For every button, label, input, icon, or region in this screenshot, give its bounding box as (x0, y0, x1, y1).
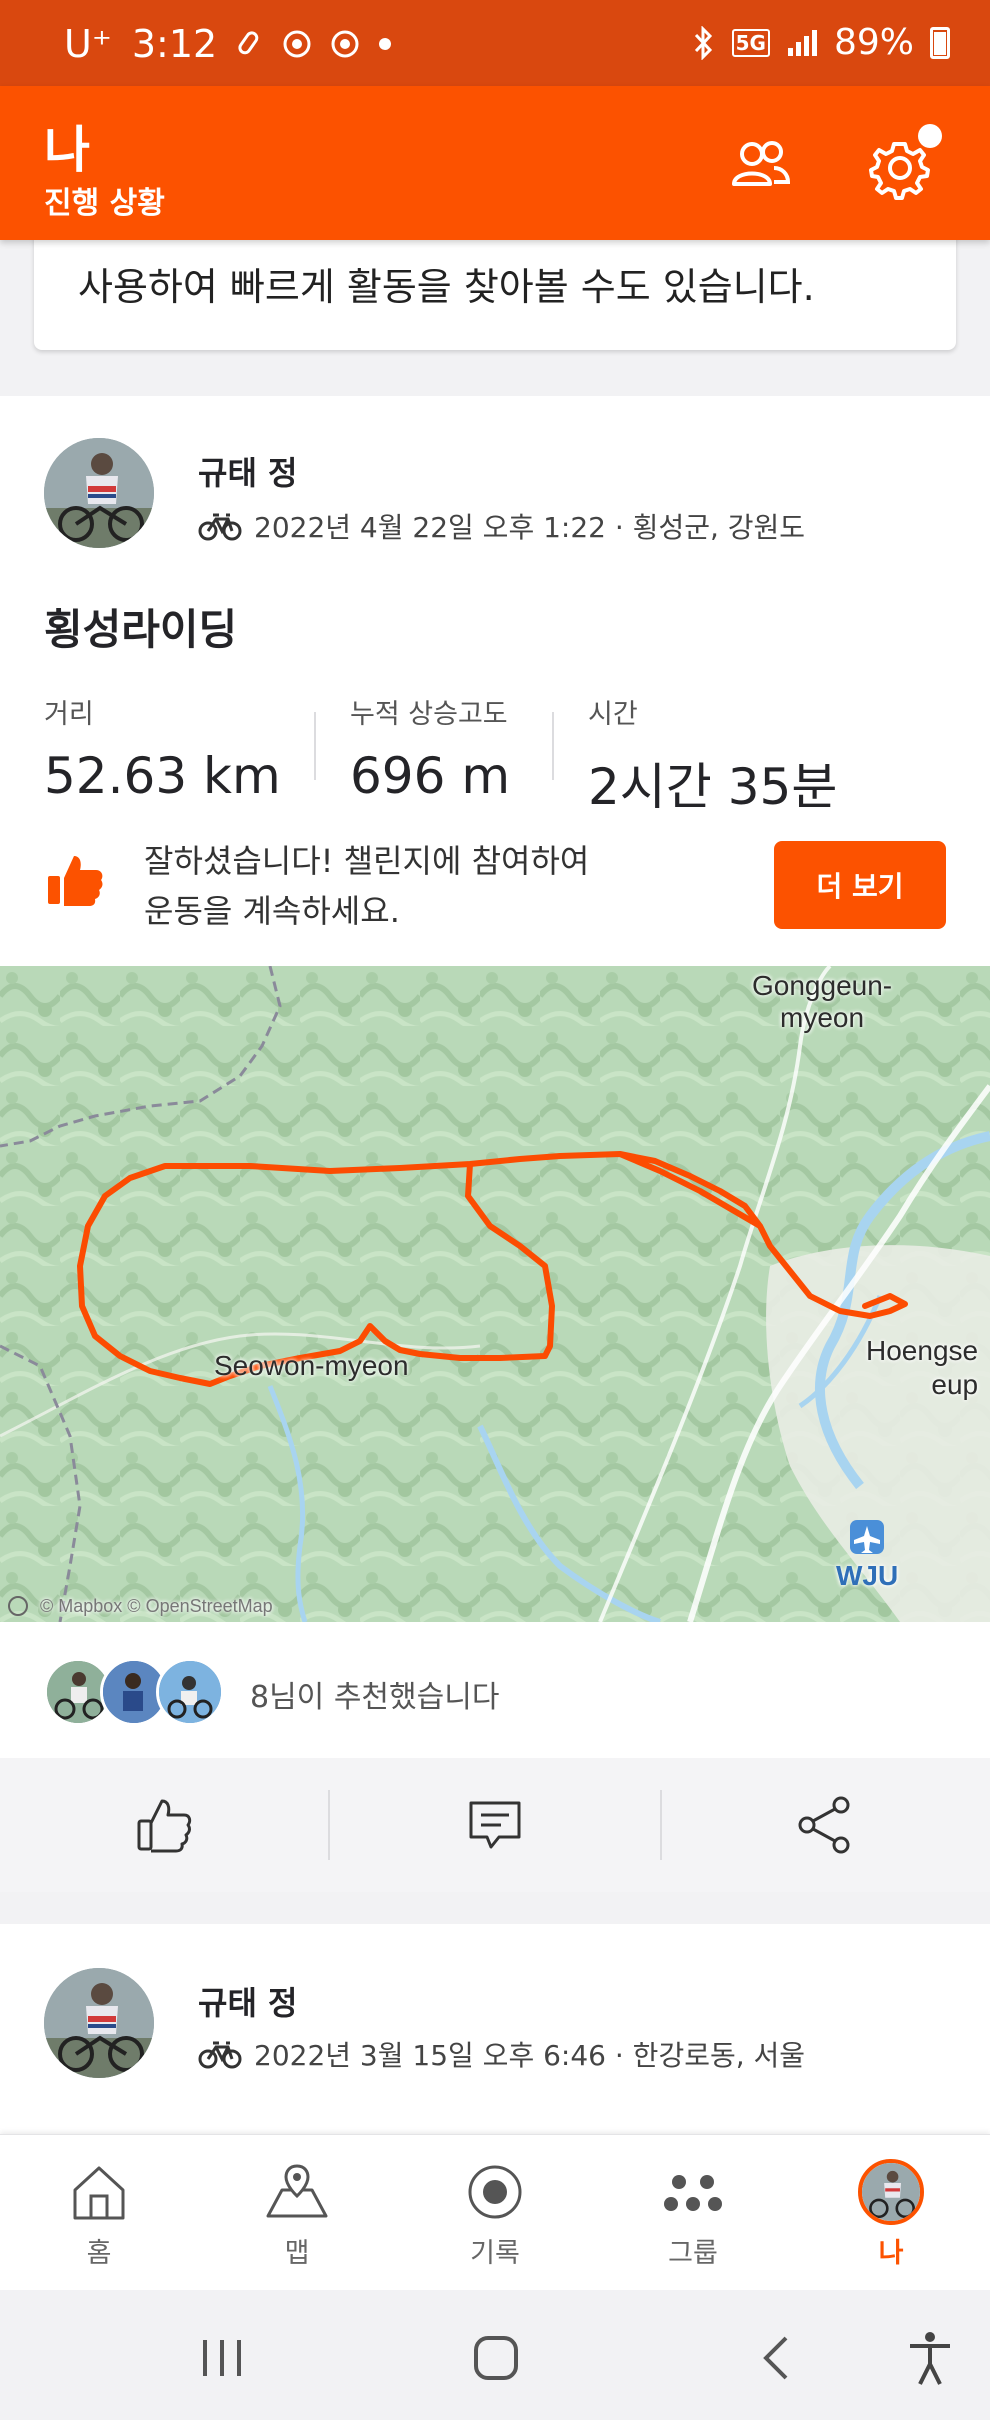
bike-icon (198, 513, 242, 541)
activity-date-location: 2022년 4월 22일 오후 1:22 · 횡성군, 강원도 (254, 511, 806, 544)
battery-icon (930, 26, 950, 59)
home-system-button[interactable] (456, 2318, 536, 2398)
clock: 3:12 (131, 22, 218, 66)
status-bar-right: 5G 89% (692, 22, 950, 63)
map-label-hoengseong: Hoengse eup (866, 1334, 978, 1402)
activity-card[interactable]: 규태 정 2022년 3월 15일 오후 6:46 · 한강로동, 서울 (0, 1924, 990, 2134)
nav-label: 그룹 (668, 2238, 718, 2269)
status-bar-left: U⁺ 3:12 (64, 22, 392, 66)
recent-apps-button[interactable] (182, 2318, 262, 2398)
groups-icon (664, 2175, 722, 2211)
network-type: 5G (731, 28, 770, 57)
chrome-icon (331, 30, 359, 58)
see-more-button[interactable]: 더 보기 (774, 841, 946, 929)
bike-icon (198, 2041, 242, 2069)
athlete-avatar[interactable] (44, 1968, 154, 2078)
activity-meta: 2022년 3월 15일 오후 6:46 · 한강로동, 서울 (198, 2034, 805, 2074)
athlete-name[interactable]: 규태 정 (198, 1978, 297, 2024)
map-attribution[interactable]: © Mapbox © OpenStreetMap (40, 1596, 273, 1617)
share-button[interactable] (660, 1758, 990, 1892)
nav-maps[interactable]: 맵 (198, 2159, 396, 2279)
friends-button[interactable] (724, 130, 796, 202)
map-label-line: myeon (780, 1002, 865, 1033)
back-button[interactable] (736, 2318, 816, 2398)
nav-you[interactable]: 나 (792, 2159, 990, 2279)
friends-icon (732, 141, 791, 186)
challenge-prompt: 잘하셨습니다! 챌린지에 참여하여 운동을 계속하세요. (144, 836, 664, 936)
stat-elevation: 누적 상승고도 696 m (350, 692, 510, 805)
bottom-nav: 홈 맵 기록 그룹 나 (0, 2134, 990, 2290)
map-label-line: Gonggeun- (752, 970, 893, 1001)
share-icon (798, 1796, 850, 1854)
notice-text: 사용하여 빠르게 활동을 찾아볼 수도 있습니다. (78, 265, 815, 309)
activity-date-location: 2022년 3월 15일 오후 6:46 · 한강로동, 서울 (254, 2039, 806, 2072)
bluetooth-icon (694, 25, 712, 60)
home-icon (73, 2166, 125, 2220)
page-title: 나 (44, 121, 90, 179)
comment-icon (469, 1801, 521, 1849)
battery-percent: 89% (833, 22, 914, 63)
nav-label: 홈 (86, 2238, 112, 2269)
airport-icon (850, 1520, 884, 1554)
signal-icon (787, 29, 817, 56)
activity-card[interactable]: 규태 정 2022년 4월 22일 오후 1:22 · 횡성군, 강원도 횡성라… (0, 396, 990, 1758)
stat-label: 거리 (44, 699, 94, 730)
status-bar: U⁺ 3:12 5G 89% (0, 0, 990, 86)
route-map[interactable]: Gonggeun- myeon Seowon-myeon Hoengse eup… (0, 966, 990, 1622)
kudos-button[interactable] (0, 1758, 330, 1892)
nav-label: 기록 (470, 2238, 520, 2269)
kudos-avatars[interactable] (44, 1658, 234, 1728)
stat-distance: 거리 52.63 km (44, 692, 281, 805)
tab-progress[interactable]: 진행 상황 (44, 178, 165, 222)
clip-icon (238, 31, 259, 55)
avatar (156, 1658, 224, 1726)
system-nav-bar (0, 2290, 990, 2420)
athlete-avatar[interactable] (44, 438, 154, 548)
stat-divider (552, 712, 554, 780)
map-label-line: eup (931, 1369, 979, 1400)
home-system-icon (474, 2336, 518, 2380)
nav-record[interactable]: 기록 (396, 2159, 594, 2279)
app-header: 나 진행 상황 (0, 86, 990, 240)
nav-label: 맵 (284, 2238, 310, 2269)
comment-button[interactable] (330, 1758, 660, 1892)
carrier-label: U⁺ (64, 22, 112, 66)
map-icon (266, 2164, 328, 2218)
stat-label: 시간 (588, 699, 638, 730)
stat-value: 696 m (350, 747, 511, 805)
activity-actions (0, 1758, 990, 1892)
thumbs-up-filled-icon (48, 856, 103, 906)
stat-value: 2시간 35분 (588, 758, 838, 816)
kudos-count[interactable]: 8님이 추천했습니다 (250, 1672, 499, 1716)
activity-title[interactable]: 횡성라이딩 (44, 596, 237, 657)
map-label-gonggeun: Gonggeun- myeon (752, 970, 892, 1034)
chrome-icon (283, 30, 311, 58)
stat-time: 시간 2시간 35분 (588, 692, 837, 819)
stat-divider (314, 712, 316, 780)
nav-home[interactable]: 홈 (0, 2159, 198, 2279)
avatar (858, 2159, 924, 2225)
accessibility-button[interactable] (890, 2318, 970, 2398)
map-label-airport: WJU (836, 1560, 899, 1591)
map-label-seowon: Seowon-myeon (214, 1350, 409, 1381)
activity-meta: 2022년 4월 22일 오후 1:22 · 횡성군, 강원도 (198, 506, 805, 546)
athlete-name[interactable]: 규태 정 (198, 448, 297, 494)
thumbs-up-icon (137, 1799, 192, 1853)
record-icon (468, 2165, 522, 2219)
map-label-line: Hoengse (866, 1335, 979, 1366)
challenge-text-line: 운동을 계속하세요. (144, 892, 400, 930)
challenge-text-line: 잘하셨습니다! 챌린지에 참여하여 (144, 842, 590, 880)
nav-label: 나 (878, 2238, 904, 2269)
back-icon (763, 2336, 788, 2380)
nav-groups[interactable]: 그룹 (594, 2159, 792, 2279)
accessibility-icon (910, 2332, 950, 2385)
notification-dot (918, 124, 942, 148)
recent-apps-icon (203, 2340, 241, 2376)
stat-value: 52.63 km (44, 747, 281, 805)
more-notifications-dot (379, 38, 392, 50)
stat-label: 누적 상승고도 (350, 699, 508, 730)
